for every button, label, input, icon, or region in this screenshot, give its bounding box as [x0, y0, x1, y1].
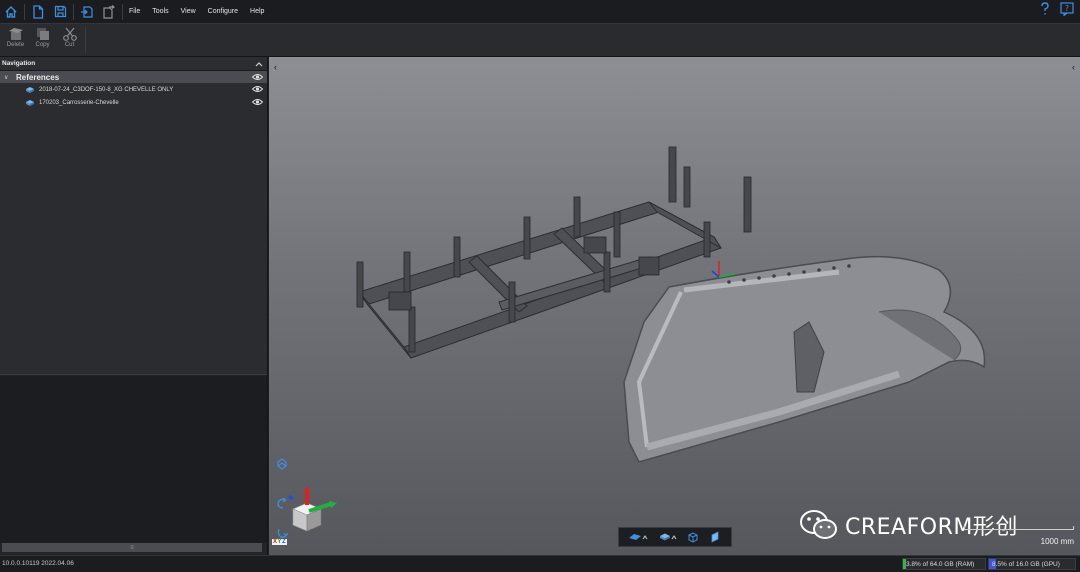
shaded-mesh-icon — [629, 534, 642, 540]
mesh-icon — [26, 86, 34, 93]
gpu-usage-text: 8.5% of 16.0 GB (GPU) — [992, 561, 1060, 568]
tree-item[interactable]: 170203_Carrosserie-Chevelle — [0, 96, 267, 109]
new-file-icon — [33, 4, 44, 19]
version-text: 10.0.0.10119 2022.04.06 — [2, 560, 74, 567]
menu-file[interactable]: File — [125, 0, 146, 23]
navigation-title: Navigation — [2, 60, 36, 67]
navigation-header: Navigation — [0, 57, 267, 71]
display-mode-toolbar — [618, 527, 732, 547]
render-mode-button[interactable] — [628, 532, 648, 542]
eye-icon[interactable] — [252, 98, 263, 106]
import-button[interactable] — [76, 1, 98, 23]
tree-item-label: 2018-07-24_C3DOF-150-8_XG CHEVELLE ONLY — [39, 86, 174, 93]
delete-button[interactable]: Delete — [2, 24, 29, 56]
mesh-icon — [26, 99, 34, 106]
scissors-icon — [62, 27, 77, 41]
axis-z-label: Z — [282, 539, 287, 545]
copy-icon — [36, 28, 49, 40]
chevron-up-icon — [642, 534, 648, 539]
tree-root-references[interactable]: ∨ References — [0, 71, 267, 83]
ram-usage-meter: 3.8% of 64.0 GB (RAM) — [902, 558, 986, 570]
menu-separator — [24, 3, 25, 20]
scale-bar: 1000 mm — [964, 526, 1074, 549]
menu-bar: File Tools View Configure Help ? — [0, 0, 1080, 23]
collapse-right-icon[interactable]: ‹ — [1072, 62, 1075, 72]
ram-usage-text: 3.8% of 64.0 GB (RAM) — [906, 561, 975, 568]
whats-new-icon[interactable]: ? — [1060, 2, 1074, 16]
copy-button[interactable]: Copy — [29, 24, 56, 56]
origin-axes-gizmo — [711, 261, 736, 278]
bounding-box-icon[interactable] — [687, 531, 699, 543]
chevron-up-icon — [671, 534, 677, 539]
export-icon — [103, 4, 115, 19]
menu-view[interactable]: View — [175, 0, 202, 23]
scale-bar-label: 1000 mm — [1040, 537, 1074, 546]
3d-viewport[interactable]: ‹ ‹ XYZ CREAFORM形创 1000 mm — [269, 57, 1080, 555]
home-icon — [5, 5, 17, 18]
menu-help[interactable]: Help — [244, 0, 270, 23]
status-bar: 10.0.0.10119 2022.04.06 3.8% of 64.0 GB … — [0, 555, 1080, 572]
menu-tools[interactable]: Tools — [146, 0, 174, 23]
car-body-panel-model[interactable] — [599, 242, 999, 472]
display-filter-button[interactable] — [659, 532, 677, 542]
properties-panel — [0, 376, 267, 543]
tree-item-label: 170203_Carrosserie-Chevelle — [39, 99, 119, 106]
menu-separator — [122, 3, 123, 20]
cut-label: Cut — [64, 42, 75, 48]
import-icon — [81, 5, 93, 18]
copy-label: Copy — [35, 42, 50, 48]
panel-splitter-handle[interactable]: ≡ — [2, 543, 262, 552]
rotate-view-icon[interactable] — [275, 457, 289, 471]
orientation-cube[interactable] — [287, 485, 343, 539]
eye-icon[interactable] — [252, 73, 263, 81]
navigation-tree: ∨ References 2018-07-24_C3DOF-150-8_XG C… — [0, 71, 267, 375]
chevron-up-icon[interactable] — [255, 61, 263, 67]
delete-label: Delete — [6, 42, 25, 48]
axes-label: XYZ — [272, 539, 288, 545]
scale-bar-line — [964, 526, 1074, 530]
cut-button[interactable]: Cut — [56, 24, 83, 56]
delete-icon — [8, 28, 23, 40]
home-button[interactable] — [0, 1, 22, 23]
save-icon — [54, 5, 66, 18]
mesh-display-icon — [659, 533, 670, 541]
eye-icon[interactable] — [252, 85, 263, 93]
clipping-plane-icon[interactable] — [710, 531, 722, 543]
menu-separator — [73, 3, 74, 20]
menu-configure[interactable]: Configure — [202, 0, 244, 23]
chevron-down-icon[interactable]: ∨ — [4, 74, 14, 81]
toolbar: Delete Copy Cut — [0, 23, 1080, 57]
toolbar-separator — [85, 27, 86, 53]
wechat-logo-icon — [800, 510, 837, 539]
help-icon[interactable] — [1040, 2, 1050, 16]
tree-item[interactable]: 2018-07-24_C3DOF-150-8_XG CHEVELLE ONLY — [0, 83, 267, 96]
tree-root-label: References — [16, 72, 60, 82]
gpu-usage-meter: 8.5% of 16.0 GB (GPU) — [988, 558, 1076, 570]
save-button[interactable] — [49, 1, 71, 23]
export-button[interactable] — [98, 1, 120, 23]
help-icons: ? — [1040, 2, 1074, 16]
new-file-button[interactable] — [27, 1, 49, 23]
navigation-panel: Navigation ∨ References 2018-07-24_C3DOF… — [0, 57, 268, 555]
svg-text:?: ? — [1065, 4, 1069, 13]
collapse-left-icon[interactable]: ‹ — [274, 62, 277, 72]
